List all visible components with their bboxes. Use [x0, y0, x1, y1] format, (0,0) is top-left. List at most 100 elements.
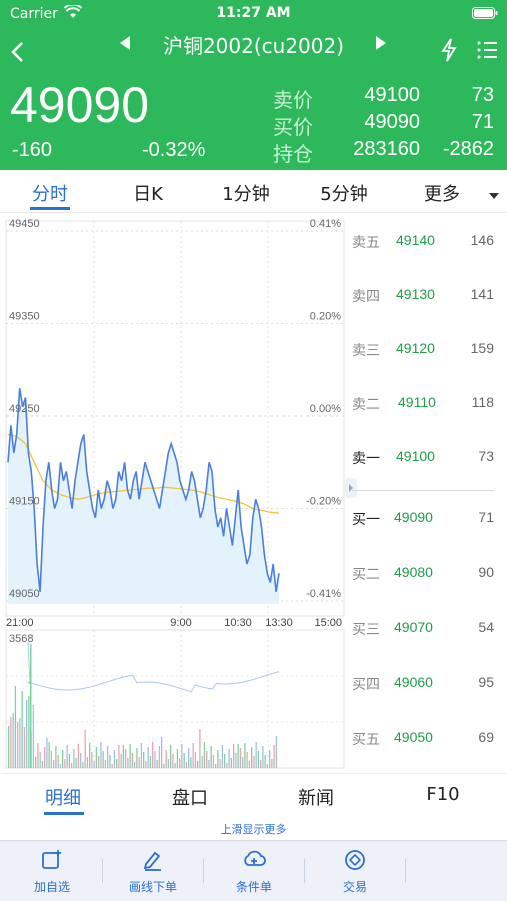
- volume-bar: [136, 748, 138, 768]
- volume-bar: [55, 746, 57, 768]
- tab-1min[interactable]: 1分钟: [211, 180, 281, 206]
- order-book-volume: 54: [478, 619, 494, 635]
- volume-bar: [161, 737, 163, 768]
- tab-more[interactable]: 更多: [407, 180, 477, 206]
- draw-line-order-label: 画线下单: [128, 880, 177, 894]
- order-book-label: 买二: [352, 567, 380, 583]
- order-book-row[interactable]: 卖二 49110 118: [352, 391, 502, 419]
- volume-bar: [77, 744, 80, 768]
- trade-icon: [305, 849, 405, 874]
- volume-bar: [210, 746, 212, 768]
- add-watchlist-button[interactable]: 加自选: [2, 849, 102, 895]
- y-tick-label: 49250: [9, 403, 40, 415]
- volume-bar: [82, 762, 84, 768]
- menu-icon[interactable]: [476, 40, 498, 64]
- volume-bar: [125, 749, 127, 768]
- tab-daily-k[interactable]: 日K: [113, 180, 183, 206]
- volume-bar: [140, 743, 143, 768]
- volume-bar: [149, 756, 152, 768]
- conditional-order-button[interactable]: 条件单: [204, 849, 304, 895]
- volume-bar: [228, 749, 230, 768]
- order-book-label: 买五: [352, 732, 380, 748]
- order-book-row[interactable]: 买三 49070 54: [352, 616, 502, 644]
- x-tick-label: 9:00: [170, 617, 191, 629]
- x-tick-label: 10:30: [224, 617, 252, 629]
- volume-bar: [57, 755, 59, 768]
- volume-bar: [158, 746, 161, 768]
- order-book-label: 买三: [352, 622, 380, 638]
- tab-5min[interactable]: 5分钟: [309, 180, 379, 206]
- toolbar-divider: [405, 859, 406, 883]
- conditional-order-label: 条件单: [235, 880, 272, 894]
- order-book-row[interactable]: 卖三 49120 159: [352, 337, 502, 365]
- x-tick-label: 15:00: [314, 617, 342, 629]
- volume-bar: [192, 743, 194, 768]
- order-book: 卖五 49140 146 卖四 49130 141 卖三 49120 159 卖…: [352, 220, 502, 772]
- tab-f10[interactable]: F10: [398, 784, 488, 805]
- volume-bar: [152, 742, 154, 768]
- volume-bar: [32, 705, 35, 768]
- order-book-row[interactable]: 卖五 49140 146: [352, 229, 502, 257]
- volume-bar: [84, 730, 86, 768]
- order-book-label: 卖五: [352, 235, 380, 251]
- order-book-volume: 69: [478, 729, 494, 745]
- quote-row-price: 49100: [364, 84, 420, 106]
- volume-bar: [127, 758, 129, 768]
- order-book-price: 49140: [396, 232, 435, 248]
- volume-bar: [239, 748, 242, 768]
- volume-bar: [221, 745, 224, 768]
- order-book-row[interactable]: 买二 49080 90: [352, 561, 502, 589]
- add-watchlist-icon: [2, 849, 102, 874]
- order-book-row[interactable]: 买五 49050 69: [352, 726, 502, 754]
- order-book-volume: 159: [470, 340, 494, 356]
- volume-bar: [68, 754, 71, 768]
- volume-bar: [53, 760, 55, 768]
- draw-line-icon: [103, 849, 203, 874]
- volume-bar: [116, 759, 118, 768]
- pct-tick-label: 0.00%: [310, 403, 341, 415]
- volume-bar: [44, 747, 46, 768]
- volume-bar: [264, 755, 266, 768]
- volume-bar: [37, 743, 39, 768]
- y-tick-label: 49150: [9, 496, 40, 508]
- tab-news[interactable]: 新闻: [271, 784, 361, 810]
- draw-line-order-button[interactable]: 画线下单: [103, 849, 203, 895]
- volume-bar: [62, 750, 64, 768]
- volume-bar: [197, 761, 199, 768]
- trade-button[interactable]: 交易: [305, 849, 405, 895]
- order-book-label: 卖二: [352, 397, 380, 413]
- volume-bar: [134, 762, 136, 768]
- cloud-order-icon: [204, 849, 304, 874]
- volume-bar: [172, 754, 174, 768]
- detail-tabs: 明细 盘口 新闻 F10: [0, 773, 507, 818]
- pct-tick-label: 0.20%: [310, 311, 341, 323]
- active-detail-tab-indicator: [44, 812, 84, 815]
- tab-intraday[interactable]: 分时: [15, 180, 85, 206]
- order-book-row[interactable]: 买一 49090 71: [352, 506, 502, 534]
- tab-order-book[interactable]: 盘口: [145, 784, 235, 810]
- x-tick-label: 21:00: [6, 617, 34, 629]
- order-book-row[interactable]: 买四 49060 95: [352, 671, 502, 699]
- intraday-chart[interactable]: 49450 49350 49250 49150 49050 0.41% 0.20% 0.00…: [0, 212, 346, 772]
- volume-bar: [91, 752, 93, 768]
- volume-bar: [30, 644, 32, 768]
- lightning-icon[interactable]: [440, 38, 458, 66]
- x-tick-label: 13:30: [265, 617, 293, 629]
- dropdown-icon[interactable]: [488, 186, 500, 205]
- volume-bar: [131, 753, 134, 768]
- volume-bar: [170, 745, 172, 768]
- volume-bar: [95, 747, 98, 768]
- tab-details[interactable]: 明细: [18, 784, 108, 810]
- volume-bar: [219, 759, 221, 768]
- volume-bar: [257, 751, 260, 768]
- quote-row-label: 持仓: [273, 142, 313, 166]
- quote-row-volume: 73: [471, 84, 494, 106]
- order-book-row[interactable]: 卖四 49130 141: [352, 283, 502, 311]
- order-book-price: 49110: [398, 394, 436, 410]
- trade-label: 交易: [342, 880, 367, 894]
- add-watchlist-label: 加自选: [33, 880, 70, 894]
- volume-bar: [203, 742, 206, 768]
- order-book-row[interactable]: 卖一 49100 73: [352, 445, 502, 473]
- next-contract-icon[interactable]: [374, 35, 388, 55]
- volume-bar: [208, 760, 210, 768]
